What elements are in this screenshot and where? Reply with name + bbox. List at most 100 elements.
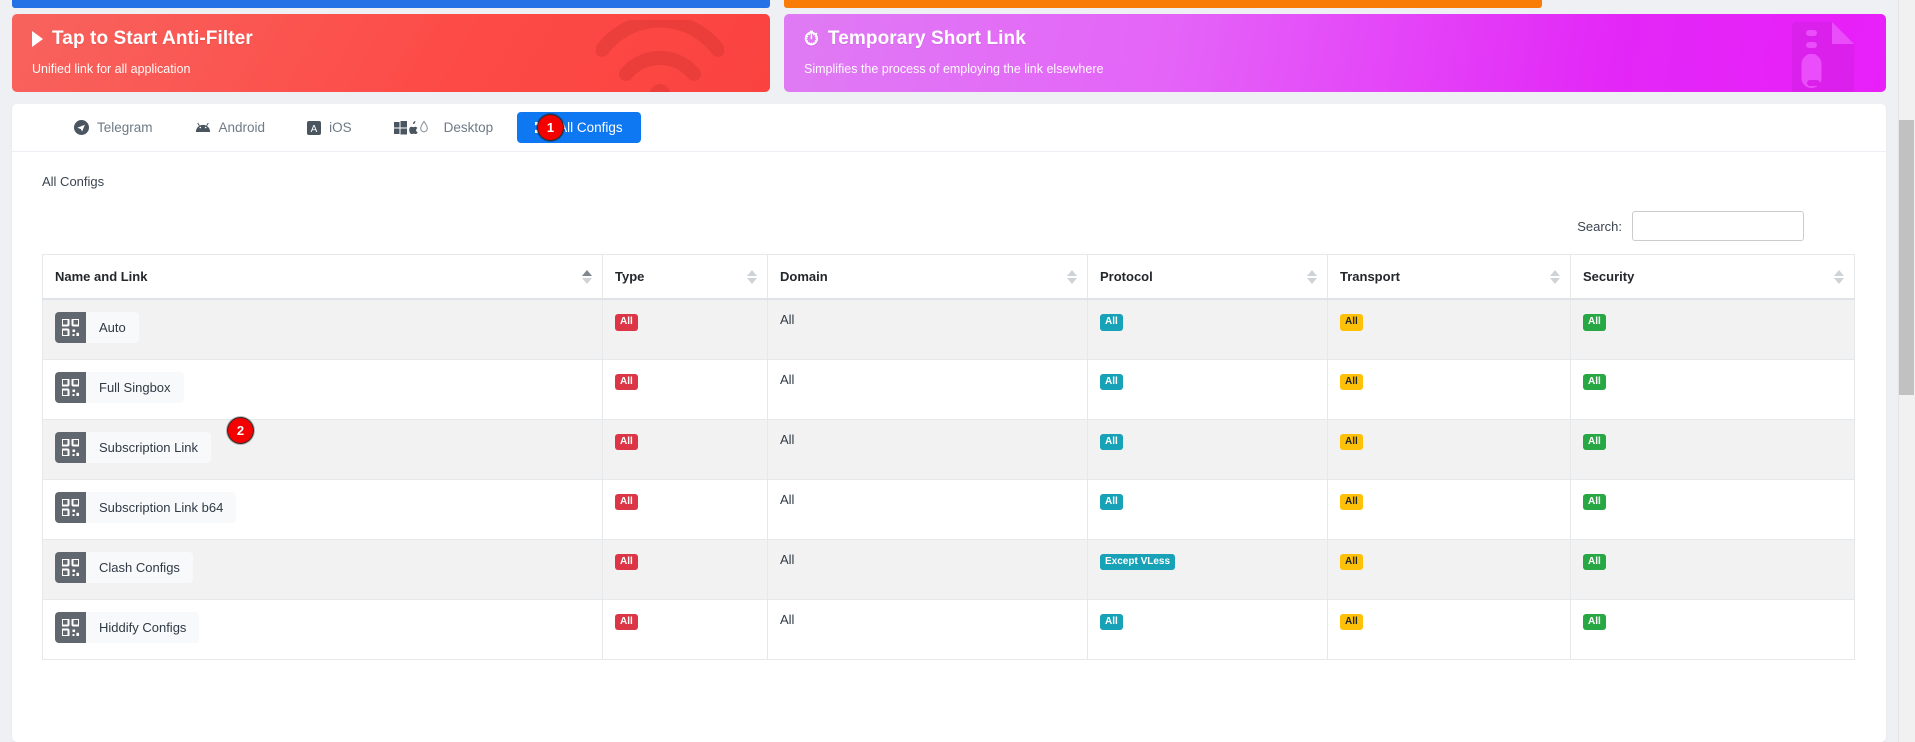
page-scrollbar-track[interactable] <box>1898 0 1915 742</box>
qr-code-icon[interactable] <box>55 611 86 643</box>
cell-transport: All <box>1327 419 1571 480</box>
table-row[interactable]: Clash Configs All All Except VLess All All <box>42 539 1855 600</box>
cell-security: All <box>1570 359 1855 420</box>
cell-domain: All <box>767 479 1088 540</box>
config-name-label[interactable]: Subscription Link <box>86 431 211 463</box>
transport-badge: All <box>1340 553 1363 570</box>
desktop-platforms-icon <box>393 120 436 135</box>
qr-code-icon[interactable] <box>55 312 86 343</box>
tab-ios[interactable]: A iOS <box>289 112 370 143</box>
tab-all-configs[interactable]: All Configs <box>517 112 641 143</box>
cell-security: All <box>1570 599 1855 660</box>
security-badge: All <box>1583 493 1606 510</box>
tab-android[interactable]: Android <box>177 112 284 143</box>
config-name-label[interactable]: Subscription Link b64 <box>86 491 237 523</box>
sort-arrows-domain <box>1067 269 1077 284</box>
apple-ios-icon: A <box>307 120 322 135</box>
qr-code-icon[interactable] <box>55 551 86 583</box>
type-badge: All <box>615 493 638 510</box>
cell-security: All <box>1570 539 1855 600</box>
protocol-badge: All <box>1100 373 1123 390</box>
tab-all-configs-label: All Configs <box>558 120 623 135</box>
sort-arrows-name-and-link <box>582 269 592 284</box>
table-body: Auto All All All All All Full Singbox All All All… <box>42 299 1855 660</box>
cell-name-and-link: Subscription Link b64 <box>42 479 603 540</box>
transport-badge: All <box>1340 433 1363 450</box>
sort-arrows-transport <box>1550 269 1560 284</box>
cell-type: All <box>602 419 768 480</box>
config-name-button[interactable]: Hiddify Configs <box>55 611 200 643</box>
column-header-domain-label: Domain <box>780 269 828 284</box>
qr-code-icon[interactable] <box>55 431 86 463</box>
column-header-name-and-link[interactable]: Name and Link <box>42 254 603 300</box>
column-header-name-and-link-label: Name and Link <box>55 269 148 284</box>
domain-value: All <box>780 551 795 567</box>
config-name-label[interactable]: Full Singbox <box>86 371 184 403</box>
qr-code-icon[interactable] <box>55 371 86 403</box>
sort-arrows-type <box>747 269 757 284</box>
type-badge: All <box>615 613 638 630</box>
column-header-type[interactable]: Type <box>602 254 768 300</box>
table-row[interactable]: Auto All All All All All <box>42 299 1855 360</box>
cell-name-and-link: Clash Configs <box>42 539 603 600</box>
sort-arrows-security <box>1834 269 1844 284</box>
configs-table: Name and Link Type Domain Protocol Trans… <box>42 254 1855 660</box>
table-row[interactable]: Subscription Link 2 All All All All All <box>42 416 1855 480</box>
security-badge: All <box>1583 314 1606 331</box>
annotation-marker-2-label: 2 <box>236 422 245 438</box>
security-badge: All <box>1583 553 1606 570</box>
column-header-domain[interactable]: Domain <box>767 254 1088 300</box>
card-temporary-short-link-subtitle: Simplifies the process of employing the … <box>804 62 1104 76</box>
page-scrollbar-thumb[interactable] <box>1899 120 1914 395</box>
search-input[interactable] <box>1632 211 1804 241</box>
table-row[interactable]: Hiddify Configs All All All All All <box>42 599 1855 660</box>
column-header-security[interactable]: Security <box>1570 254 1855 300</box>
protocol-badge: All <box>1100 613 1123 630</box>
config-name-button[interactable]: Full Singbox <box>55 371 184 403</box>
domain-value: All <box>780 371 795 387</box>
column-header-protocol[interactable]: Protocol <box>1087 254 1328 300</box>
tab-telegram[interactable]: Telegram <box>56 112 171 143</box>
column-header-transport[interactable]: Transport <box>1327 254 1571 300</box>
platform-tabbar: Telegram Android A iOS Desktop All Confi… <box>12 104 1886 152</box>
domain-value: All <box>780 312 795 327</box>
config-name-button[interactable]: Auto <box>55 312 139 343</box>
card-anti-filter[interactable]: Tap to Start Anti-Filter Unified link fo… <box>12 14 770 92</box>
cell-domain: All <box>767 359 1088 420</box>
domain-value: All <box>780 491 795 507</box>
cell-security: All <box>1570 479 1855 540</box>
breadcrumb: All Configs <box>42 174 105 189</box>
cell-protocol: Except VLess <box>1087 539 1328 600</box>
protocol-badge: All <box>1100 493 1123 510</box>
column-header-transport-label: Transport <box>1340 269 1400 284</box>
cell-domain: All <box>767 599 1088 660</box>
sort-arrows-protocol <box>1307 269 1317 284</box>
play-icon <box>32 31 43 47</box>
cell-protocol: All <box>1087 419 1328 480</box>
table-head: Name and Link Type Domain Protocol Trans… <box>42 254 1855 300</box>
security-badge: All <box>1583 433 1606 450</box>
config-name-label[interactable]: Hiddify Configs <box>86 611 200 643</box>
config-name-button[interactable]: Clash Configs <box>55 551 193 583</box>
card-anti-filter-title-text: Tap to Start Anti-Filter <box>52 28 253 49</box>
annotation-marker-1-label: 1 <box>546 120 555 135</box>
tab-desktop[interactable]: Desktop <box>376 112 512 143</box>
qr-code-icon[interactable] <box>55 491 86 523</box>
cell-domain: All <box>767 539 1088 600</box>
card-temporary-short-link[interactable]: ⏱ Temporary Short Link Simplifies the pr… <box>784 14 1886 92</box>
cell-security: All <box>1570 299 1855 360</box>
wifi-icon <box>596 20 724 92</box>
table-row[interactable]: Subscription Link b64 All All All All All <box>42 479 1855 540</box>
cell-security: All <box>1570 419 1855 480</box>
table-row[interactable]: Full Singbox All All All All All <box>42 359 1855 420</box>
type-badge: All <box>615 373 638 390</box>
column-header-protocol-label: Protocol <box>1100 269 1153 284</box>
cell-name-and-link: Full Singbox <box>42 359 603 420</box>
config-name-label[interactable]: Auto <box>86 312 139 343</box>
hero-cards: Tap to Start Anti-Filter Unified link fo… <box>12 14 1886 92</box>
config-name-button[interactable]: Subscription Link <box>55 431 211 463</box>
cell-protocol: All <box>1087 359 1328 420</box>
config-name-button[interactable]: Subscription Link b64 <box>55 491 237 523</box>
search-row: Search: <box>42 211 1856 241</box>
config-name-label[interactable]: Clash Configs <box>86 551 193 583</box>
